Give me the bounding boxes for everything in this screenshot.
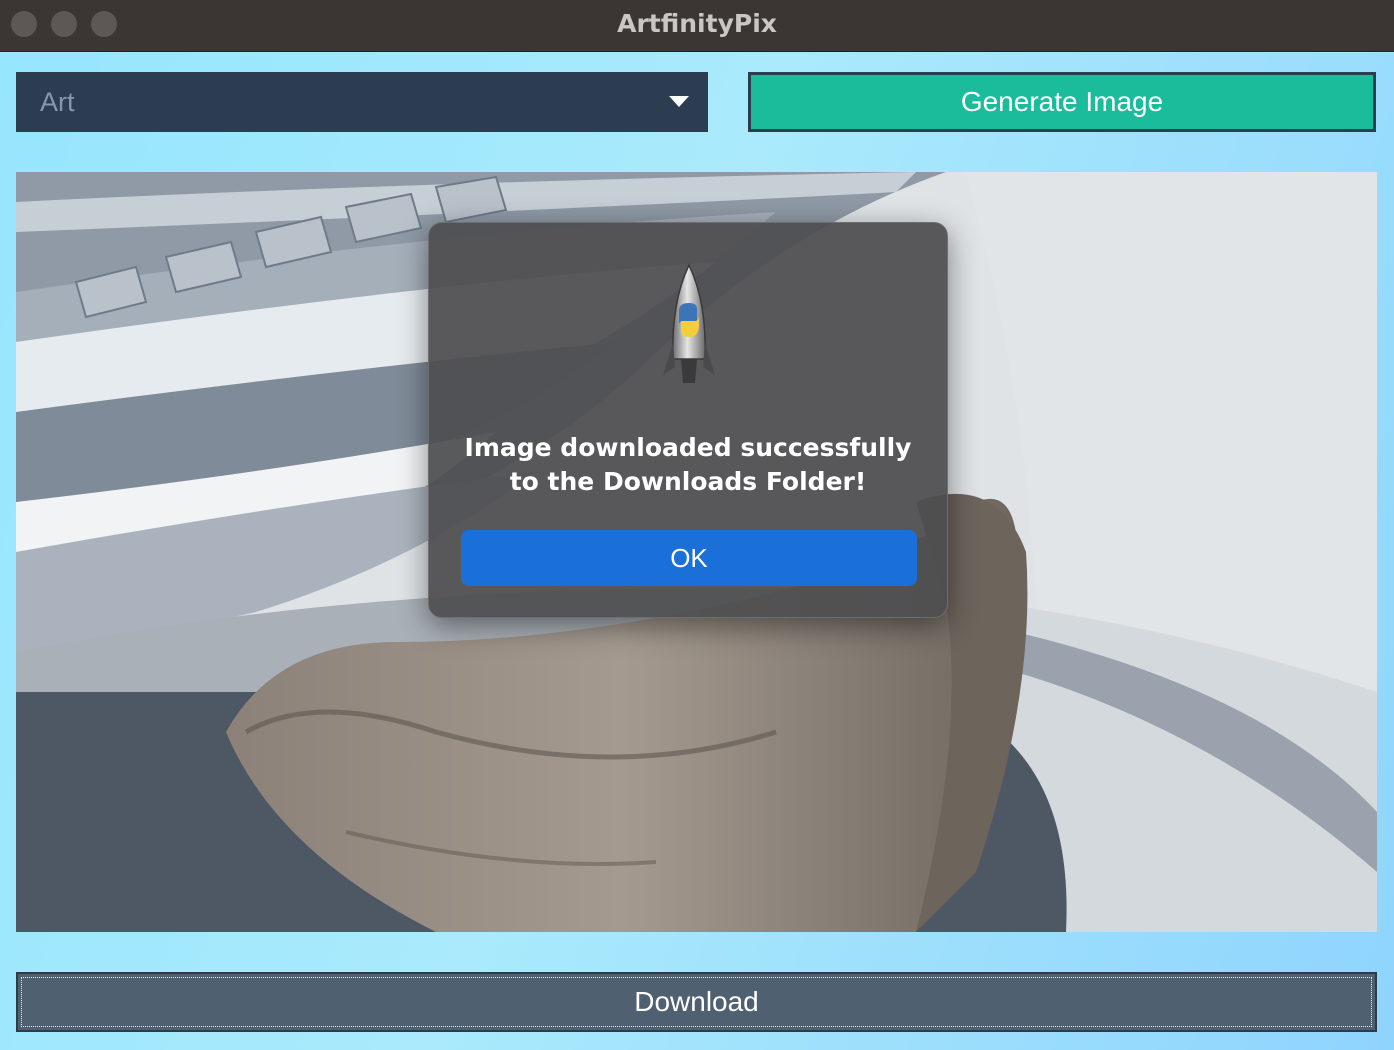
- ok-button[interactable]: OK: [461, 530, 917, 586]
- title-bar: ArtfinityPix: [0, 0, 1394, 52]
- download-button[interactable]: Download: [16, 972, 1377, 1032]
- category-dropdown[interactable]: Art: [16, 72, 708, 132]
- download-button-label: Download: [634, 986, 759, 1017]
- category-selected-value: Art: [40, 87, 75, 117]
- python-launcher-icon: [663, 263, 715, 383]
- dialog-message: Image downloaded successfully to the Dow…: [464, 433, 912, 496]
- download-success-dialog: Image downloaded successfully to the Dow…: [428, 222, 948, 618]
- chevron-down-icon[interactable]: [669, 96, 689, 107]
- generate-image-button[interactable]: Generate Image: [748, 72, 1376, 132]
- window-title: ArtfinityPix: [617, 9, 777, 38]
